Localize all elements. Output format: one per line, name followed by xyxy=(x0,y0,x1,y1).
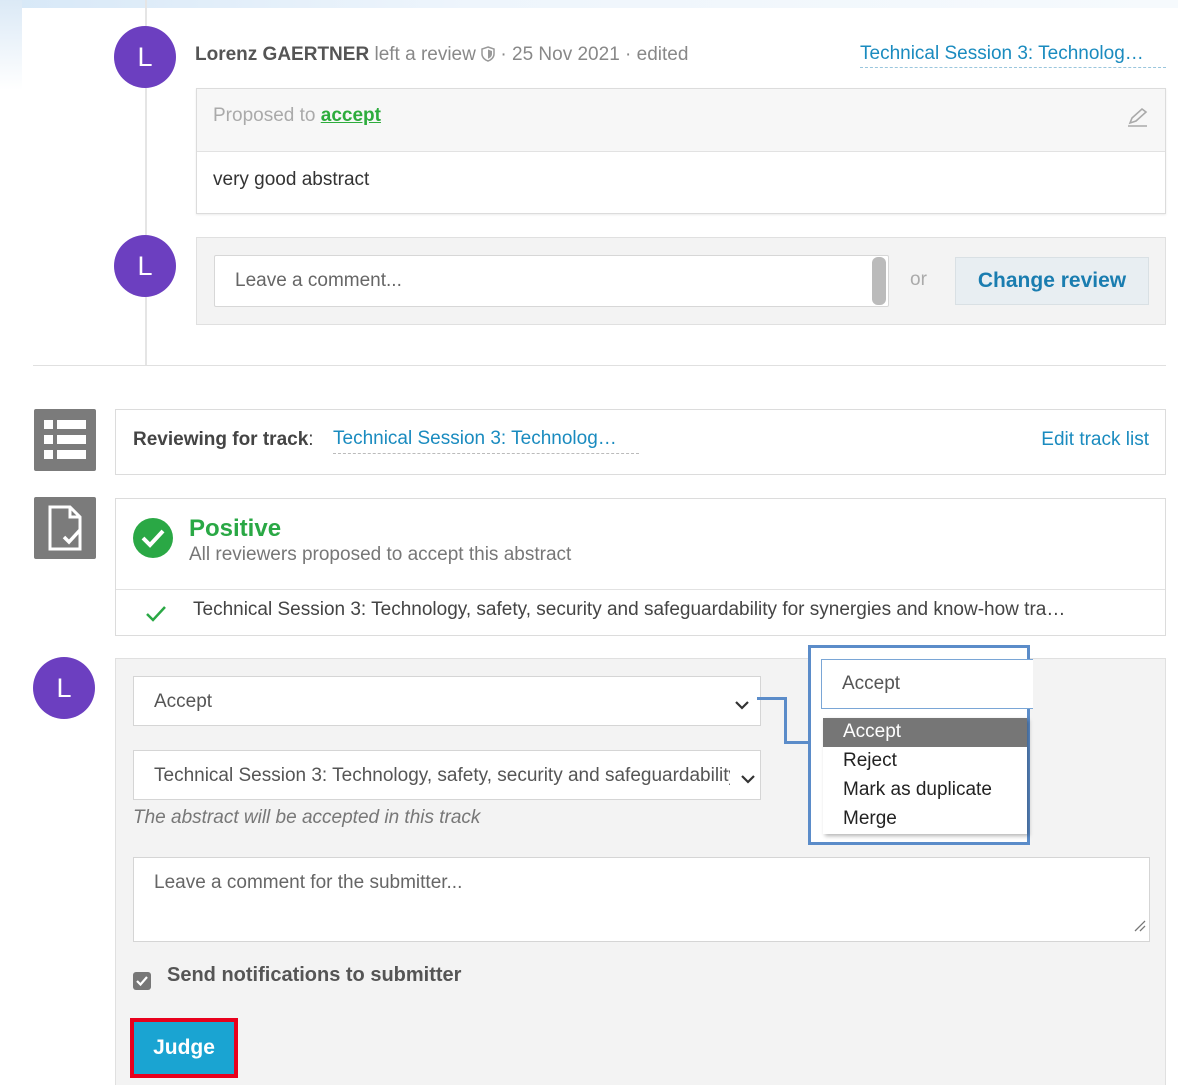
notify-label[interactable]: Send notifications to submitter xyxy=(167,964,461,987)
avatar: L xyxy=(33,657,95,719)
dropdown-callout: Accept Accept Reject Mark as duplicate M… xyxy=(808,645,1033,845)
comment-input[interactable]: Leave a comment... xyxy=(214,255,889,307)
review-meta: · 25 Nov 2021 · edited xyxy=(500,44,689,65)
scrollbar[interactable] xyxy=(872,255,886,307)
action-select[interactable]: Accept xyxy=(133,676,761,726)
review-box: Proposed to accept very good abstract xyxy=(196,88,1166,214)
judge-button[interactable]: Judge xyxy=(130,1018,238,1078)
scrollbar-thumb[interactable] xyxy=(872,257,886,305)
pencil-icon[interactable] xyxy=(1127,107,1149,133)
callout-connector xyxy=(757,697,787,744)
resize-icon[interactable] xyxy=(1132,916,1146,938)
left-gradient xyxy=(0,0,22,90)
track-label-colon: : xyxy=(308,429,314,450)
review-comment: very good abstract xyxy=(213,169,370,190)
review-track-link[interactable]: Technical Session 3: Technolog… xyxy=(860,43,1166,68)
proposal-prefix: Proposed to xyxy=(213,105,316,126)
track-select[interactable]: Technical Session 3: Technology, safety,… xyxy=(133,750,761,800)
submitter-comment-placeholder: Leave a comment for the submitter... xyxy=(154,872,463,893)
judgement-panel: Positive All reviewers proposed to accep… xyxy=(115,498,1166,636)
review-header: Lorenz GAERTNER left a review · 25 Nov 2… xyxy=(195,44,688,68)
check-icon xyxy=(145,604,167,627)
chevron-down-icon xyxy=(730,751,760,799)
shield-icon xyxy=(481,46,495,68)
avatar: L xyxy=(114,235,176,297)
judgement-description: All reviewers proposed to accept this ab… xyxy=(189,544,572,565)
track-link[interactable]: Technical Session 3: Technolog… xyxy=(333,428,639,454)
change-review-button[interactable]: Change review xyxy=(955,257,1149,305)
judgement-track-text: Technical Session 3: Technology, safety,… xyxy=(193,599,1066,620)
judgement-track-row: Technical Session 3: Technology, safety,… xyxy=(116,589,1165,635)
review-author[interactable]: Lorenz GAERTNER xyxy=(195,44,369,65)
edit-track-list-link[interactable]: Edit track list xyxy=(1041,429,1149,451)
dropdown-option-reject[interactable]: Reject xyxy=(823,747,1027,776)
callout-connector xyxy=(784,741,810,744)
review-proposal: Proposed to accept xyxy=(197,89,1165,152)
track-select-value: Technical Session 3: Technology, safety,… xyxy=(154,765,760,786)
submitter-comment-input[interactable]: Leave a comment for the submitter... xyxy=(133,857,1150,942)
check-circle-icon xyxy=(132,517,174,564)
dropdown-option-mark-duplicate[interactable]: Mark as duplicate xyxy=(823,776,1027,805)
file-check-icon xyxy=(34,497,96,559)
track-label: Reviewing for track: xyxy=(133,429,314,451)
comment-panel: Leave a comment... or Change review xyxy=(196,237,1166,325)
proposal-value[interactable]: accept xyxy=(321,105,381,126)
dropdown-option-accept[interactable]: Accept xyxy=(823,718,1027,747)
dropdown-options: Accept Reject Mark as duplicate Merge xyxy=(823,718,1027,834)
review-action: left a review xyxy=(374,44,476,65)
track-panel: Reviewing for track: Technical Session 3… xyxy=(115,409,1166,475)
divider xyxy=(33,365,1166,366)
avatar: L xyxy=(114,26,176,88)
list-icon xyxy=(34,409,96,471)
dropdown-preview[interactable]: Accept xyxy=(821,659,1033,709)
dropdown-option-merge[interactable]: Merge xyxy=(823,805,1027,834)
action-select-value: Accept xyxy=(154,691,213,712)
checkbox-icon[interactable] xyxy=(133,972,151,990)
track-label-text: Reviewing for track xyxy=(133,429,309,450)
track-hint: The abstract will be accepted in this tr… xyxy=(133,807,481,828)
judgement-status: Positive xyxy=(189,515,282,542)
top-gradient xyxy=(0,0,1178,8)
or-label: or xyxy=(910,269,927,290)
chevron-down-icon xyxy=(734,695,750,717)
